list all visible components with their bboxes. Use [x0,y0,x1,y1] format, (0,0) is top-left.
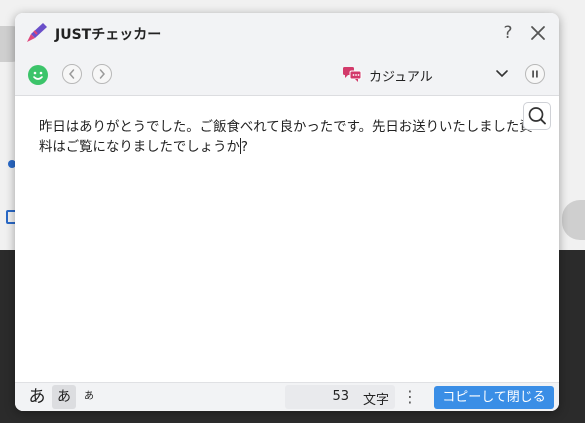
footer-bar: あ あ あ 53 文字 ⋮ コピーして閉じる [15,382,559,411]
chevron-right-icon [99,69,105,79]
title-bar[interactable]: JUSTチェッカー ? [15,13,559,53]
character-count-value: 53 [332,389,349,404]
character-count: 53 文字 [285,385,395,409]
smile-icon [28,65,48,85]
window-title: JUSTチェッカー [55,27,162,43]
style-select-value: カジュアル [369,70,433,85]
toolbar: カジュアル [15,53,559,96]
search-icon [528,107,546,125]
font-size-medium-button[interactable]: あ [52,385,76,409]
pause-icon [532,70,538,78]
chat-bubbles-icon [343,67,362,82]
editor-text-before-caret: 昨日はありがとうでした。ご飯食べれて良かったです。先日お送りいたしました資料はご… [39,120,533,155]
pause-button[interactable] [525,64,545,84]
close-icon [531,26,545,40]
chevron-left-icon [69,69,75,79]
just-checker-dialog: JUSTチェッカー ? カジュアル 昨日はありがとうでした。ご飯食べれて良かった… [15,13,559,411]
copy-and-close-button[interactable]: コピーして閉じる [434,386,554,409]
editor-text-after-caret: ? [240,140,248,155]
editor-text[interactable]: 昨日はありがとうでした。ご飯食べれて良かったです。先日お送りいたしました資料はご… [39,118,534,158]
help-button[interactable]: ? [497,21,519,45]
font-size-large-button[interactable]: あ [25,385,49,409]
search-button[interactable] [523,102,551,130]
chevron-down-icon [496,70,508,78]
font-size-small-button[interactable]: あ [80,385,98,409]
more-options-button[interactable]: ⋮ [402,386,418,408]
close-button[interactable] [527,21,549,45]
character-count-unit: 文字 [362,393,389,408]
pen-logo-icon [27,23,47,42]
previous-issue-button[interactable] [62,64,82,84]
text-editor[interactable]: 昨日はありがとうでした。ご飯食べれて良かったです。先日お送りいたしました資料はご… [15,96,559,382]
next-issue-button[interactable] [92,64,112,84]
style-select[interactable]: カジュアル [337,60,517,88]
